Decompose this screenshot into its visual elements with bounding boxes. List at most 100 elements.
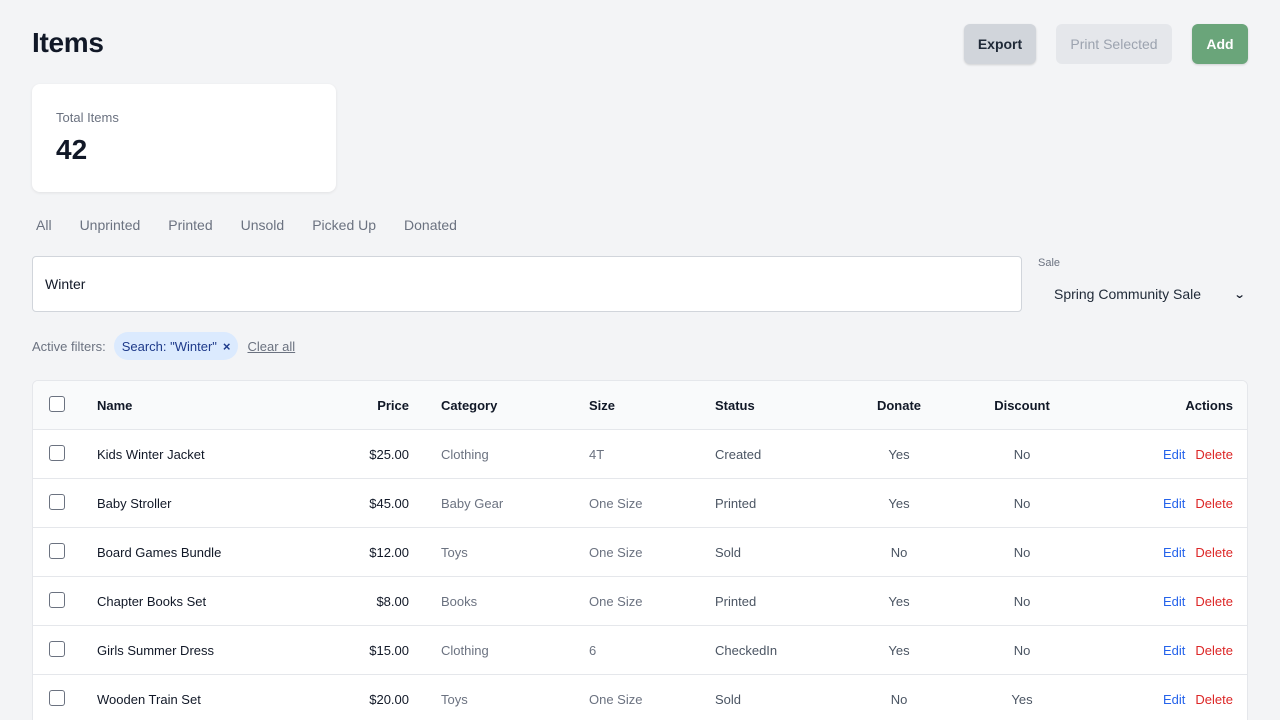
row-actions: Edit Delete <box>1163 479 1233 527</box>
table-row: Chapter Books Set $8.00 Books One Size P… <box>33 577 1247 626</box>
cell-price: $8.00 <box>376 593 409 609</box>
column-header-discount[interactable]: Discount <box>981 381 1063 429</box>
row-checkbox[interactable] <box>49 445 65 461</box>
table-row: Baby Stroller $45.00 Baby Gear One Size … <box>33 479 1247 528</box>
cell-price: $15.00 <box>369 642 409 658</box>
cell-status: Created <box>715 446 762 462</box>
page-title: Items <box>32 27 104 58</box>
edit-link[interactable]: Edit <box>1163 496 1185 511</box>
cell-status: Printed <box>715 593 757 609</box>
row-checkbox[interactable] <box>49 543 65 559</box>
cell-category: Clothing <box>441 642 489 658</box>
edit-link[interactable]: Edit <box>1163 692 1185 707</box>
delete-link[interactable]: Delete <box>1195 545 1233 560</box>
print-selected-button[interactable]: Print Selected <box>1056 24 1172 64</box>
add-button[interactable]: Add <box>1192 24 1248 64</box>
tab-all[interactable]: All <box>36 217 52 233</box>
items-table: Name Price Category Size Status Donate D… <box>32 380 1248 720</box>
cell-status: Sold <box>715 691 742 707</box>
column-header-actions: Actions <box>1185 397 1233 413</box>
tab-donated[interactable]: Donated <box>404 217 457 233</box>
active-filters: Active filters: Search: "Winter" × Clear… <box>32 332 295 360</box>
active-filters-label: Active filters: <box>32 338 106 354</box>
row-actions: Edit Delete <box>1163 577 1233 625</box>
delete-link[interactable]: Delete <box>1195 594 1233 609</box>
cell-donate: Yes <box>888 593 910 609</box>
table-row: Board Games Bundle $12.00 Toys One Size … <box>33 528 1247 577</box>
row-checkbox[interactable] <box>49 592 65 608</box>
cell-status: Sold <box>715 544 742 560</box>
cell-category: Books <box>441 593 478 609</box>
search-input[interactable] <box>32 256 1022 312</box>
cell-price: $20.00 <box>369 691 409 707</box>
delete-link[interactable]: Delete <box>1195 692 1233 707</box>
stat-value: 42 <box>56 134 88 165</box>
tab-printed[interactable]: Printed <box>168 217 212 233</box>
row-actions: Edit Delete <box>1163 675 1233 720</box>
column-header-status[interactable]: Status <box>715 381 755 429</box>
delete-link[interactable]: Delete <box>1195 496 1233 511</box>
tab-unsold[interactable]: Unsold <box>241 217 285 233</box>
table-row: Kids Winter Jacket $25.00 Clothing 4T Cr… <box>33 430 1247 479</box>
table-row: Girls Summer Dress $15.00 Clothing 6 Che… <box>33 626 1247 675</box>
cell-size: 4T <box>589 446 605 462</box>
column-header-donate[interactable]: Donate <box>859 381 939 429</box>
cell-size: One Size <box>589 593 643 609</box>
cell-donate: No <box>890 691 908 707</box>
cell-name: Kids Winter Jacket <box>97 446 205 462</box>
table-header-row: Name Price Category Size Status Donate D… <box>33 381 1247 430</box>
column-header-name[interactable]: Name <box>97 381 132 429</box>
cell-category: Toys <box>441 544 468 560</box>
cell-donate: Yes <box>888 495 910 511</box>
cell-donate: Yes <box>888 642 910 658</box>
select-all-checkbox[interactable] <box>49 396 65 412</box>
clear-all-link[interactable]: Clear all <box>247 339 295 354</box>
cell-discount: Yes <box>1011 691 1033 707</box>
row-checkbox[interactable] <box>49 690 65 706</box>
tab-picked-up[interactable]: Picked Up <box>312 217 376 233</box>
cell-donate: Yes <box>888 446 910 462</box>
sale-label: Sale <box>1038 257 1061 269</box>
edit-link[interactable]: Edit <box>1163 594 1185 609</box>
export-button[interactable]: Export <box>964 24 1036 64</box>
cell-price: $12.00 <box>369 544 409 560</box>
cell-discount: No <box>1013 642 1031 658</box>
row-actions: Edit Delete <box>1163 430 1233 478</box>
cell-name: Baby Stroller <box>97 495 172 511</box>
total-items-card: Total Items 42 <box>32 84 336 192</box>
cell-discount: No <box>1013 544 1031 560</box>
edit-link[interactable]: Edit <box>1163 643 1185 658</box>
cell-size: 6 <box>589 642 597 658</box>
cell-category: Baby Gear <box>441 495 504 511</box>
table-row: Wooden Train Set $20.00 Toys One Size So… <box>33 675 1247 720</box>
stat-label: Total Items <box>56 110 119 125</box>
edit-link[interactable]: Edit <box>1163 545 1185 560</box>
row-actions: Edit Delete <box>1163 528 1233 576</box>
column-header-category[interactable]: Category <box>441 381 497 429</box>
chevron-down-icon: ⌄ <box>1233 288 1246 301</box>
cell-size: One Size <box>589 495 643 511</box>
column-header-size[interactable]: Size <box>589 381 615 429</box>
cell-status: CheckedIn <box>715 642 778 658</box>
edit-link[interactable]: Edit <box>1163 447 1185 462</box>
tab-unprinted[interactable]: Unprinted <box>80 217 141 233</box>
delete-link[interactable]: Delete <box>1195 643 1233 658</box>
cell-name: Wooden Train Set <box>97 691 201 707</box>
cell-name: Chapter Books Set <box>97 593 207 609</box>
filter-chip-label: Search: "Winter" <box>121 338 217 354</box>
row-checkbox[interactable] <box>49 494 65 510</box>
cell-price: $25.00 <box>369 446 409 462</box>
cell-category: Toys <box>441 691 468 707</box>
sale-select-value: Spring Community Sale <box>1054 286 1202 302</box>
cell-discount: No <box>1013 446 1031 462</box>
cell-discount: No <box>1013 593 1031 609</box>
sale-select[interactable]: Spring Community Sale ⌄ <box>1044 280 1248 308</box>
close-icon[interactable]: × <box>223 339 231 354</box>
delete-link[interactable]: Delete <box>1195 447 1233 462</box>
cell-status: Printed <box>715 495 757 511</box>
column-header-price[interactable]: Price <box>333 381 409 429</box>
row-checkbox[interactable] <box>49 641 65 657</box>
cell-discount: No <box>1013 495 1031 511</box>
status-tabs: All Unprinted Printed Unsold Picked Up D… <box>36 217 485 233</box>
row-actions: Edit Delete <box>1163 626 1233 674</box>
